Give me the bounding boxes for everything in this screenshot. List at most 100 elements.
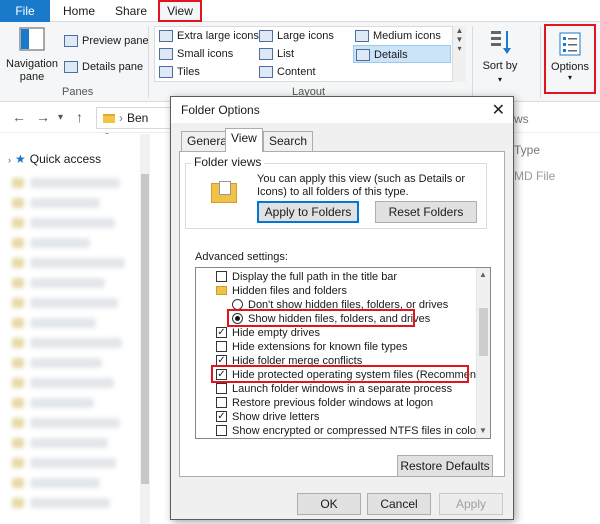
scroll-up-icon[interactable]: ▲ <box>453 26 466 35</box>
tab-view[interactable]: View <box>225 128 263 152</box>
ok-button[interactable]: OK <box>297 493 361 515</box>
layout-content[interactable]: Content <box>259 63 316 81</box>
tab-share[interactable]: Share <box>108 0 154 22</box>
group-divider <box>148 26 149 98</box>
folder-options-dialog: Folder Options ✕ General View Search Fol… <box>170 96 514 520</box>
blurred-folder-icon <box>12 198 24 208</box>
ribbon: Navigation pane Preview pane Details pan… <box>0 22 600 102</box>
checkbox[interactable]: ✓ <box>216 355 227 366</box>
blurred-item <box>30 418 120 428</box>
reset-folders-button[interactable]: Reset Folders <box>375 201 477 223</box>
expand-chevron-icon[interactable]: › <box>8 155 11 165</box>
scroll-up-icon[interactable]: ▲ <box>479 270 487 279</box>
preview-pane-label: Preview pane <box>82 35 149 47</box>
layout-item-label: Extra large icons <box>177 30 259 42</box>
checkbox[interactable]: ✓ <box>216 411 227 422</box>
checkbox[interactable]: ✓ <box>216 369 227 380</box>
cancel-button[interactable]: Cancel <box>367 493 431 515</box>
restore-defaults-button[interactable]: Restore Defaults <box>397 455 493 477</box>
advanced-settings-scrollbar[interactable]: ▲ ▼ <box>476 268 490 438</box>
blurred-item <box>30 318 96 328</box>
navigation-pane-button[interactable]: Navigation pane <box>6 26 58 84</box>
layout-details[interactable]: Details <box>353 45 451 63</box>
details-icon <box>356 49 370 62</box>
checkbox[interactable] <box>216 271 227 282</box>
layout-medium-icons[interactable]: Medium icons <box>355 27 441 45</box>
sort-by-label: Sort by <box>482 60 518 72</box>
checkbox[interactable] <box>216 425 227 436</box>
options-label: Options <box>551 61 589 73</box>
checkbox[interactable] <box>216 383 227 394</box>
checkbox[interactable]: ✓ <box>216 327 227 338</box>
options-button[interactable]: Options ▾ <box>544 24 596 94</box>
folder-icon <box>216 286 227 295</box>
scroll-down-icon[interactable]: ▼ <box>453 35 466 44</box>
tab-file[interactable]: File <box>0 0 50 22</box>
quick-access-item[interactable]: › ★ Quick access <box>8 152 101 166</box>
close-icon[interactable]: ✕ <box>492 100 505 120</box>
blurred-folder-icon <box>12 258 24 268</box>
blurred-folder-icon <box>12 418 24 428</box>
scrollbar-thumb[interactable] <box>141 174 149 484</box>
extra-large-icons-icon <box>159 30 173 43</box>
setting-label: Show drive letters <box>232 411 320 423</box>
blurred-folder-icon <box>12 458 24 468</box>
layout-extra-large-icons[interactable]: Extra large icons <box>159 27 259 45</box>
checkbox[interactable] <box>216 397 227 408</box>
blurred-folder-icon <box>12 238 24 248</box>
apply-button[interactable]: Apply <box>439 493 503 515</box>
forward-icon[interactable]: → <box>36 109 50 125</box>
preview-pane-button[interactable]: Preview pane <box>64 32 149 50</box>
navigation-pane-scrollbar[interactable] <box>140 134 150 524</box>
setting-label: Hidden files and folders <box>232 285 347 297</box>
dialog-title: Folder Options <box>181 103 260 117</box>
sort-by-button[interactable]: Sort by ▾ <box>480 28 520 86</box>
setting-label: Hide folder merge conflicts <box>232 355 363 367</box>
address-box[interactable]: ›Ben Steg <box>96 107 176 145</box>
blurred-folder-icon <box>12 218 24 228</box>
layout-item-label: Content <box>277 66 316 78</box>
back-icon[interactable]: ← <box>12 109 26 125</box>
layout-gallery: Extra large icons Large icons Medium ico… <box>154 26 466 82</box>
panes-group-label: Panes <box>62 86 94 98</box>
layout-tiles[interactable]: Tiles <box>159 63 200 81</box>
blurred-folder-icon <box>12 338 24 348</box>
setting-label: Display the full path in the title bar <box>232 271 398 283</box>
group-divider <box>540 26 541 98</box>
medium-icons-icon <box>355 30 369 43</box>
group-divider <box>472 26 473 98</box>
tab-home[interactable]: Home <box>56 0 102 22</box>
layout-gallery-scrollbar[interactable]: ▲ ▼ ▾ <box>452 26 466 82</box>
advanced-settings-label: Advanced settings: <box>195 251 288 263</box>
recent-dropdown-icon[interactable]: ▾ <box>58 112 63 123</box>
folder-icon <box>103 114 115 124</box>
blurred-folder-icon <box>12 318 24 328</box>
navigation-pane: › ★ Quick access <box>0 134 150 524</box>
blurred-item <box>30 358 102 368</box>
scrollbar-thumb[interactable] <box>479 308 488 356</box>
gallery-more-icon[interactable]: ▾ <box>453 44 466 53</box>
up-icon[interactable]: ↑ <box>76 109 83 125</box>
breadcrumb-separator-icon: › <box>119 111 123 125</box>
setting-label: Don't show hidden files, folders, or dri… <box>248 299 449 311</box>
checkbox[interactable] <box>216 341 227 352</box>
layout-small-icons[interactable]: Small icons <box>159 45 233 63</box>
tab-search[interactable]: Search <box>263 131 314 151</box>
radio-button[interactable] <box>232 313 243 324</box>
apply-to-folders-button[interactable]: Apply to Folders <box>257 201 359 223</box>
blurred-item <box>30 438 108 448</box>
details-pane-button[interactable]: Details pane <box>64 58 143 76</box>
layout-large-icons[interactable]: Large icons <box>259 27 334 45</box>
blurred-item <box>30 338 122 348</box>
tab-view[interactable]: View <box>158 0 202 22</box>
details-pane-icon <box>64 61 78 74</box>
scroll-down-icon[interactable]: ▼ <box>479 426 487 435</box>
folder-views-legend: Folder views <box>191 155 265 169</box>
type-column-header[interactable]: Type <box>514 143 540 157</box>
layout-list[interactable]: List <box>259 45 294 63</box>
radio-button[interactable] <box>232 299 243 310</box>
setting-label: Launch folder windows in a separate proc… <box>232 383 453 395</box>
navigation-pane-icon <box>19 27 45 51</box>
options-dropdown-icon: ▾ <box>567 73 572 82</box>
layout-item-label: Small icons <box>177 48 234 60</box>
